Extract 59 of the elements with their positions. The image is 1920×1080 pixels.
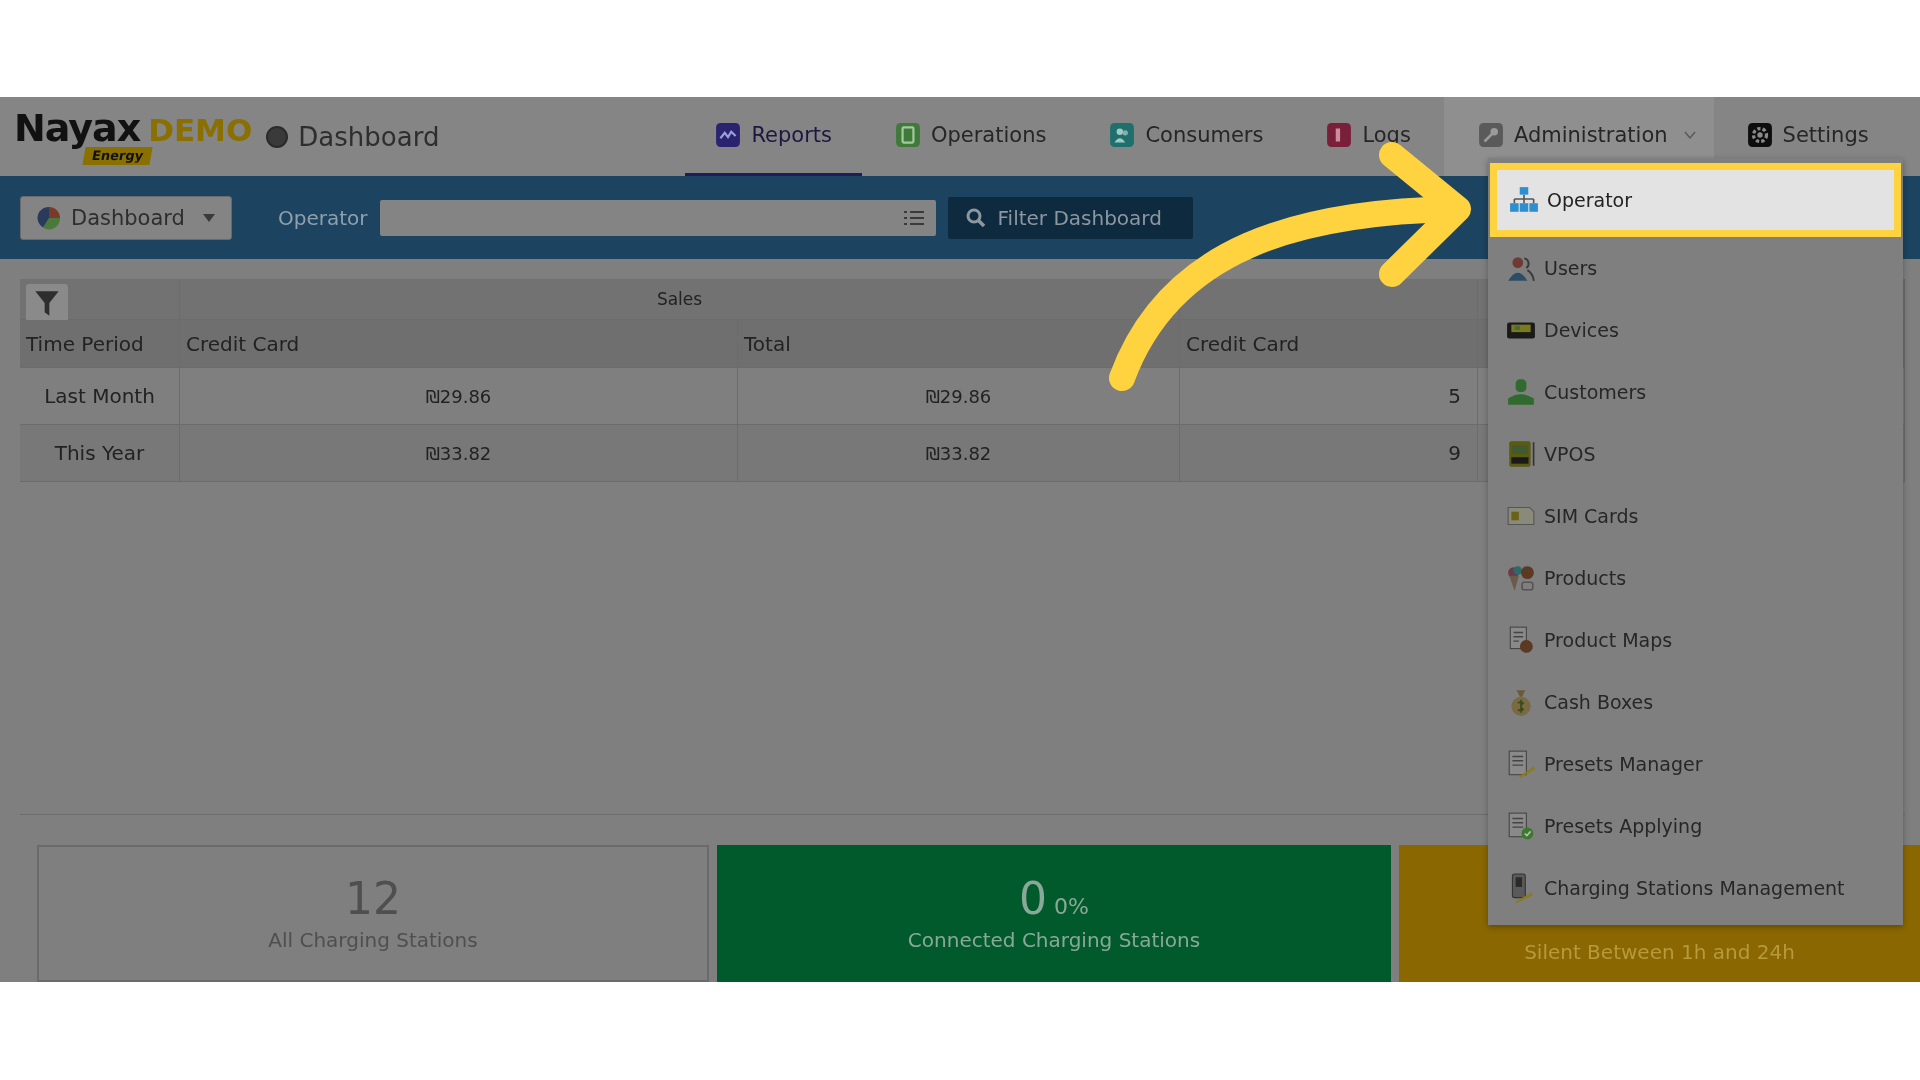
operator-label: Operator — [278, 205, 368, 230]
log-icon — [1326, 122, 1353, 148]
list-icon — [903, 209, 924, 226]
filter-icon — [33, 289, 61, 317]
caret-icon — [203, 213, 215, 222]
table-cell: ₪29.86 — [738, 368, 1180, 425]
people-icon — [1109, 122, 1136, 148]
column-header: Total — [738, 320, 1180, 368]
menu-item[interactable]: Presets Manager — [1488, 733, 1903, 795]
column-group-header: Sales — [180, 279, 1180, 320]
menu-item[interactable]: Products — [1488, 547, 1903, 609]
column-header: Credit Card — [1180, 320, 1478, 368]
menu-item[interactable]: Users — [1488, 237, 1903, 299]
hierarchy-icon — [1509, 185, 1539, 215]
menu-item[interactable]: Customers — [1488, 361, 1903, 423]
column-header: Credit Card — [180, 320, 738, 368]
caret-icon — [1683, 131, 1696, 139]
menu-item[interactable]: SIM Cards — [1488, 485, 1903, 547]
table-cell: ₪29.86 — [180, 368, 738, 425]
stat-label: Connected Charging Stations — [907, 927, 1201, 952]
logo-badge: Energy — [82, 146, 153, 165]
logo-wordmark: Nayax — [14, 108, 141, 147]
key-icon — [1477, 122, 1504, 148]
nav-tab[interactable]: Operations — [864, 97, 1077, 176]
page-title: Dashboard — [298, 121, 440, 152]
chart-icon — [715, 122, 742, 148]
stat-value: 0 — [1019, 873, 1048, 925]
menu-item[interactable]: VPOS — [1488, 423, 1903, 485]
menu-item[interactable]: Operator — [1490, 163, 1901, 237]
filter-icon-button[interactable] — [26, 284, 68, 322]
stat-label: Silent Between 1h and 24h — [1524, 940, 1795, 964]
document-check-icon — [1506, 811, 1536, 841]
menu-item[interactable]: Cash Boxes — [1488, 671, 1903, 733]
menu-item[interactable]: Charging Stations Management — [1488, 857, 1903, 919]
operator-field[interactable] — [379, 199, 936, 236]
column-header: Time Period — [20, 320, 180, 368]
stat-percent: 0% — [1053, 894, 1089, 920]
dashboard-icon — [266, 125, 289, 148]
person-icon — [1506, 377, 1536, 407]
table-cell: 9 — [1180, 425, 1478, 482]
edition-label: DEMO — [148, 114, 253, 146]
terminal-icon — [1506, 439, 1536, 469]
document-icon — [894, 122, 921, 148]
filter-button[interactable]: Filter Dashboard — [947, 196, 1193, 239]
ice-cream-icon — [1506, 563, 1536, 593]
nav-tab[interactable]: Consumers — [1079, 97, 1294, 176]
table-cell: Last Month — [20, 368, 180, 425]
pie-chart-icon — [37, 205, 61, 230]
table-cell: This Year — [20, 425, 180, 482]
menu-item[interactable]: Product Maps — [1488, 609, 1903, 671]
gear-icon — [1746, 122, 1773, 148]
menu-item[interactable]: Presets Applying — [1488, 795, 1903, 857]
menu-item[interactable]: Devices — [1488, 299, 1903, 361]
document-pencil-icon — [1506, 749, 1536, 779]
table-cell: ₪33.82 — [738, 425, 1180, 482]
search-icon — [965, 207, 986, 228]
view-dropdown[interactable]: Dashboard — [20, 195, 232, 240]
table-cell: ₪33.82 — [180, 425, 738, 482]
table-cell: 5 — [1180, 368, 1478, 425]
